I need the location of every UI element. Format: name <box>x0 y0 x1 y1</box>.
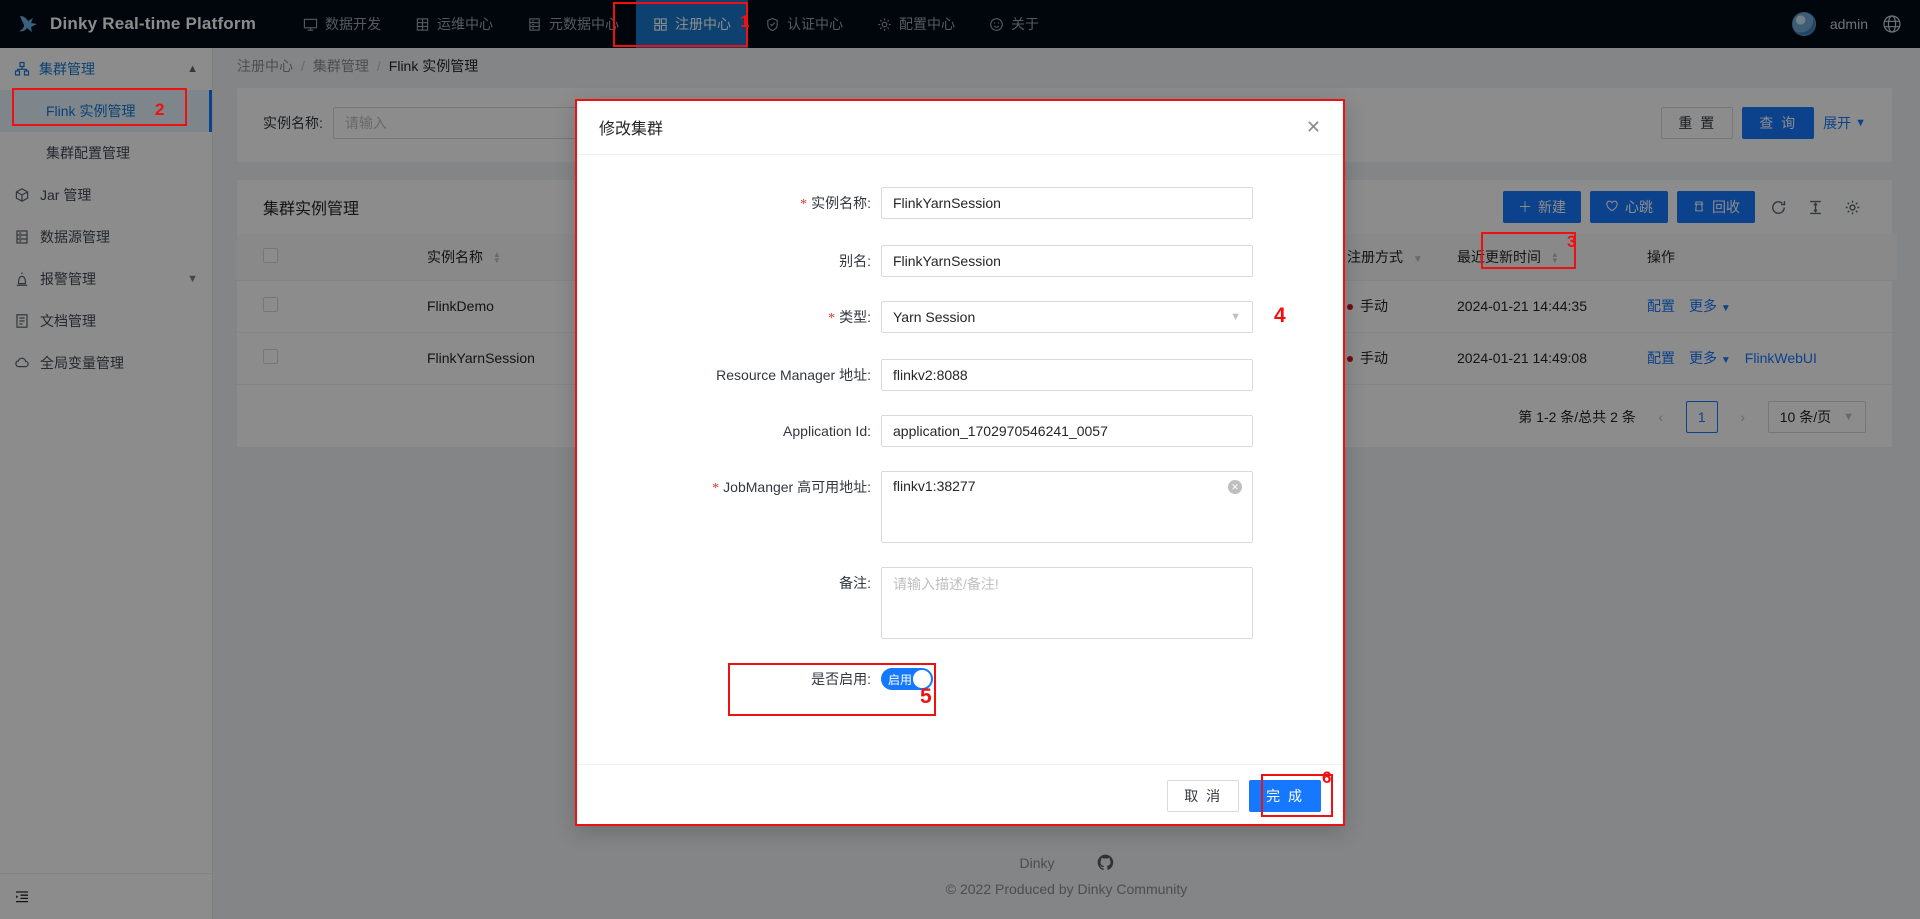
annotation-number-3: 3 <box>1567 232 1577 251</box>
field-value: flinkv1:38277 <box>893 478 976 494</box>
modal-footer: 取 消 完 成 <box>575 764 1345 826</box>
application-id-input[interactable]: application_1702970546241_0057 <box>881 415 1253 447</box>
field-label: Resource Manager 地址: <box>716 367 871 383</box>
cancel-button[interactable]: 取 消 <box>1167 779 1240 812</box>
field-label: * 类型: <box>828 309 871 326</box>
form-row-enable: 是否启用: 启用 <box>575 663 1345 695</box>
form-row-application-id: Application Id: application_170297054624… <box>575 415 1345 447</box>
submit-button[interactable]: 完 成 <box>1249 779 1321 812</box>
field-label: 备注: <box>839 575 871 591</box>
jobmanager-ha-address-textarea[interactable]: flinkv1:38277 ✕ <box>881 471 1253 543</box>
switch-text: 启用 <box>888 672 913 687</box>
note-textarea[interactable]: 请输入描述/备注! <box>881 567 1253 639</box>
required-mark: * <box>800 197 808 212</box>
field-label: * JobManger 高可用地址: <box>712 479 871 496</box>
annotation-number-2: 2 <box>155 100 165 119</box>
form-row-resource-manager: Resource Manager 地址: flinkv2:8088 <box>575 359 1345 391</box>
field-label: * 实例名称: <box>800 195 871 212</box>
alias-input[interactable]: FlinkYarnSession <box>881 245 1253 277</box>
required-mark: * <box>828 311 836 326</box>
modal-body: * 实例名称: FlinkYarnSession 别名: FlinkYarnSes… <box>575 155 1345 764</box>
required-mark: * <box>712 481 720 496</box>
field-value: application_1702970546241_0057 <box>893 423 1108 439</box>
chevron-down-icon: ▼ <box>1230 311 1241 323</box>
close-icon[interactable]: ✕ <box>1306 118 1321 136</box>
enable-label: 是否启用: <box>811 671 871 687</box>
note-placeholder: 请输入描述/备注! <box>893 576 999 592</box>
form-row-type: * 类型: Yarn Session ▼ <box>575 301 1345 335</box>
edit-cluster-modal: 修改集群 ✕ * 实例名称: FlinkYarnSession 别名: Flink <box>575 99 1345 826</box>
type-select[interactable]: Yarn Session ▼ <box>881 301 1253 333</box>
resource-manager-address-input[interactable]: flinkv2:8088 <box>881 359 1253 391</box>
modal-title: 修改集群 <box>599 120 664 138</box>
form-row-note: 备注: 请输入描述/备注! <box>575 567 1345 639</box>
annotation-number-5: 5 <box>920 685 932 708</box>
field-label: 别名: <box>839 253 871 269</box>
field-value: Yarn Session <box>893 309 976 325</box>
annotation-number-1: 1 <box>740 12 750 31</box>
field-value: FlinkYarnSession <box>893 253 1001 269</box>
form-row-instance-name: * 实例名称: FlinkYarnSession <box>575 187 1345 221</box>
field-label: Application Id: <box>783 423 871 439</box>
field-value: flinkv2:8088 <box>893 367 968 383</box>
instance-name-input[interactable]: FlinkYarnSession <box>881 187 1253 219</box>
form-row-jobmanager-ha: * JobManger 高可用地址: flinkv1:38277 ✕ <box>575 471 1345 543</box>
field-value: FlinkYarnSession <box>893 195 1001 211</box>
clear-icon[interactable]: ✕ <box>1228 480 1242 494</box>
modal-header: 修改集群 ✕ <box>575 99 1345 155</box>
annotation-number-4: 4 <box>1274 304 1286 327</box>
form-row-alias: 别名: FlinkYarnSession <box>575 245 1345 277</box>
annotation-number-6: 6 <box>1322 768 1332 787</box>
